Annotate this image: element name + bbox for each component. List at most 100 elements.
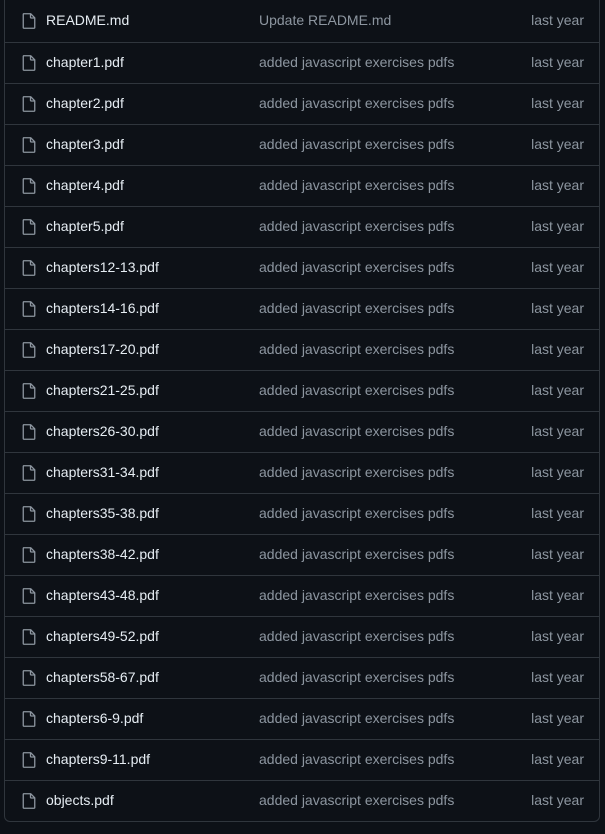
commit-age: last year — [531, 136, 584, 152]
commit-age: last year — [531, 587, 584, 603]
file-name-link[interactable]: chapters49-52.pdf — [46, 628, 159, 644]
commit-message-link[interactable]: added javascript exercises pdfs — [259, 95, 454, 111]
file-icon — [22, 383, 36, 399]
file-icon — [22, 342, 36, 358]
file-icon — [22, 424, 36, 440]
file-icon — [22, 96, 36, 112]
commit-age: last year — [531, 341, 584, 357]
file-row[interactable]: chapters6-9.pdf added javascript exercis… — [5, 698, 599, 739]
file-name-link[interactable]: chapters17-20.pdf — [46, 341, 159, 357]
file-name-link[interactable]: chapters38-42.pdf — [46, 546, 159, 562]
commit-message-link[interactable]: added javascript exercises pdfs — [259, 259, 454, 275]
file-row[interactable]: chapters9-11.pdf added javascript exerci… — [5, 739, 599, 780]
file-icon — [22, 588, 36, 604]
file-row[interactable]: chapters58-67.pdf added javascript exerc… — [5, 657, 599, 698]
file-name-link[interactable]: chapters9-11.pdf — [46, 751, 150, 767]
file-row[interactable]: chapters49-52.pdf added javascript exerc… — [5, 616, 599, 657]
file-name-link[interactable]: chapters14-16.pdf — [46, 300, 159, 316]
file-icon — [22, 219, 36, 235]
commit-message-link[interactable]: added javascript exercises pdfs — [259, 546, 454, 562]
file-row[interactable]: chapters21-25.pdf added javascript exerc… — [5, 370, 599, 411]
file-icon — [22, 260, 36, 276]
file-row[interactable]: chapter2.pdf added javascript exercises … — [5, 83, 599, 124]
file-name-link[interactable]: chapter2.pdf — [46, 95, 124, 111]
file-name-link[interactable]: chapters58-67.pdf — [46, 669, 159, 685]
file-icon — [22, 547, 36, 563]
file-icon — [22, 506, 36, 522]
file-name-link[interactable]: chapter3.pdf — [46, 136, 124, 152]
commit-age: last year — [531, 382, 584, 398]
file-row[interactable]: chapters31-34.pdf added javascript exerc… — [5, 452, 599, 493]
file-row[interactable]: objects.pdf added javascript exercises p… — [5, 780, 599, 821]
commit-age: last year — [531, 177, 584, 193]
file-row[interactable]: chapters38-42.pdf added javascript exerc… — [5, 534, 599, 575]
commit-age: last year — [531, 464, 584, 480]
file-icon — [22, 301, 36, 317]
commit-message-link[interactable]: added javascript exercises pdfs — [259, 669, 454, 685]
file-row[interactable]: chapters12-13.pdf added javascript exerc… — [5, 247, 599, 288]
commit-age: last year — [531, 546, 584, 562]
file-row[interactable]: README.md Update README.md last year — [5, 1, 599, 42]
commit-message-link[interactable]: added javascript exercises pdfs — [259, 300, 454, 316]
commit-message-link[interactable]: added javascript exercises pdfs — [259, 341, 454, 357]
commit-age: last year — [531, 628, 584, 644]
file-name-link[interactable]: chapters21-25.pdf — [46, 382, 159, 398]
commit-message-link[interactable]: added javascript exercises pdfs — [259, 710, 454, 726]
file-row[interactable]: chapters43-48.pdf added javascript exerc… — [5, 575, 599, 616]
file-row[interactable]: chapter3.pdf added javascript exercises … — [5, 124, 599, 165]
file-row[interactable]: chapters17-20.pdf added javascript exerc… — [5, 329, 599, 370]
file-row[interactable]: chapter5.pdf added javascript exercises … — [5, 206, 599, 247]
commit-message-link[interactable]: added javascript exercises pdfs — [259, 792, 454, 808]
file-icon — [22, 465, 36, 481]
file-icon — [22, 629, 36, 645]
file-icon — [22, 137, 36, 153]
file-icon — [22, 55, 36, 71]
file-icon — [22, 793, 36, 809]
commit-message-link[interactable]: added javascript exercises pdfs — [259, 136, 454, 152]
file-row[interactable]: chapters35-38.pdf added javascript exerc… — [5, 493, 599, 534]
commit-message-link[interactable]: added javascript exercises pdfs — [259, 423, 454, 439]
file-row[interactable]: chapters14-16.pdf added javascript exerc… — [5, 288, 599, 329]
commit-age: last year — [531, 669, 584, 685]
file-name-link[interactable]: chapters35-38.pdf — [46, 505, 159, 521]
commit-age: last year — [531, 792, 584, 808]
file-icon — [22, 670, 36, 686]
commit-message-link[interactable]: added javascript exercises pdfs — [259, 464, 454, 480]
commit-age: last year — [531, 423, 584, 439]
commit-age: last year — [531, 751, 584, 767]
file-name-link[interactable]: README.md — [46, 12, 129, 28]
commit-message-link[interactable]: Update README.md — [259, 12, 391, 28]
commit-message-link[interactable]: added javascript exercises pdfs — [259, 628, 454, 644]
commit-age: last year — [531, 710, 584, 726]
file-name-link[interactable]: chapters43-48.pdf — [46, 587, 159, 603]
commit-age: last year — [531, 259, 584, 275]
commit-message-link[interactable]: added javascript exercises pdfs — [259, 54, 454, 70]
file-icon — [22, 711, 36, 727]
commit-message-link[interactable]: added javascript exercises pdfs — [259, 505, 454, 521]
commit-message-link[interactable]: added javascript exercises pdfs — [259, 177, 454, 193]
commit-age: last year — [531, 218, 584, 234]
commit-age: last year — [531, 12, 584, 28]
commit-age: last year — [531, 505, 584, 521]
file-name-link[interactable]: chapters6-9.pdf — [46, 710, 143, 726]
commit-message-link[interactable]: added javascript exercises pdfs — [259, 587, 454, 603]
file-name-link[interactable]: chapter1.pdf — [46, 54, 124, 70]
file-name-link[interactable]: chapters31-34.pdf — [46, 464, 159, 480]
commit-message-link[interactable]: added javascript exercises pdfs — [259, 382, 454, 398]
file-list: README.md Update README.md last year cha… — [4, 0, 600, 822]
file-name-link[interactable]: chapter5.pdf — [46, 218, 124, 234]
file-row[interactable]: chapter1.pdf added javascript exercises … — [5, 42, 599, 83]
file-name-link[interactable]: chapters12-13.pdf — [46, 259, 159, 275]
file-row[interactable]: chapter4.pdf added javascript exercises … — [5, 165, 599, 206]
commit-age: last year — [531, 54, 584, 70]
commit-message-link[interactable]: added javascript exercises pdfs — [259, 218, 454, 234]
file-icon — [22, 178, 36, 194]
commit-message-link[interactable]: added javascript exercises pdfs — [259, 751, 454, 767]
file-rows: README.md Update README.md last year cha… — [5, 1, 599, 821]
file-icon — [22, 752, 36, 768]
file-row[interactable]: chapters26-30.pdf added javascript exerc… — [5, 411, 599, 452]
file-name-link[interactable]: chapters26-30.pdf — [46, 423, 159, 439]
file-icon — [22, 13, 36, 29]
file-name-link[interactable]: chapter4.pdf — [46, 177, 124, 193]
file-name-link[interactable]: objects.pdf — [46, 792, 114, 808]
